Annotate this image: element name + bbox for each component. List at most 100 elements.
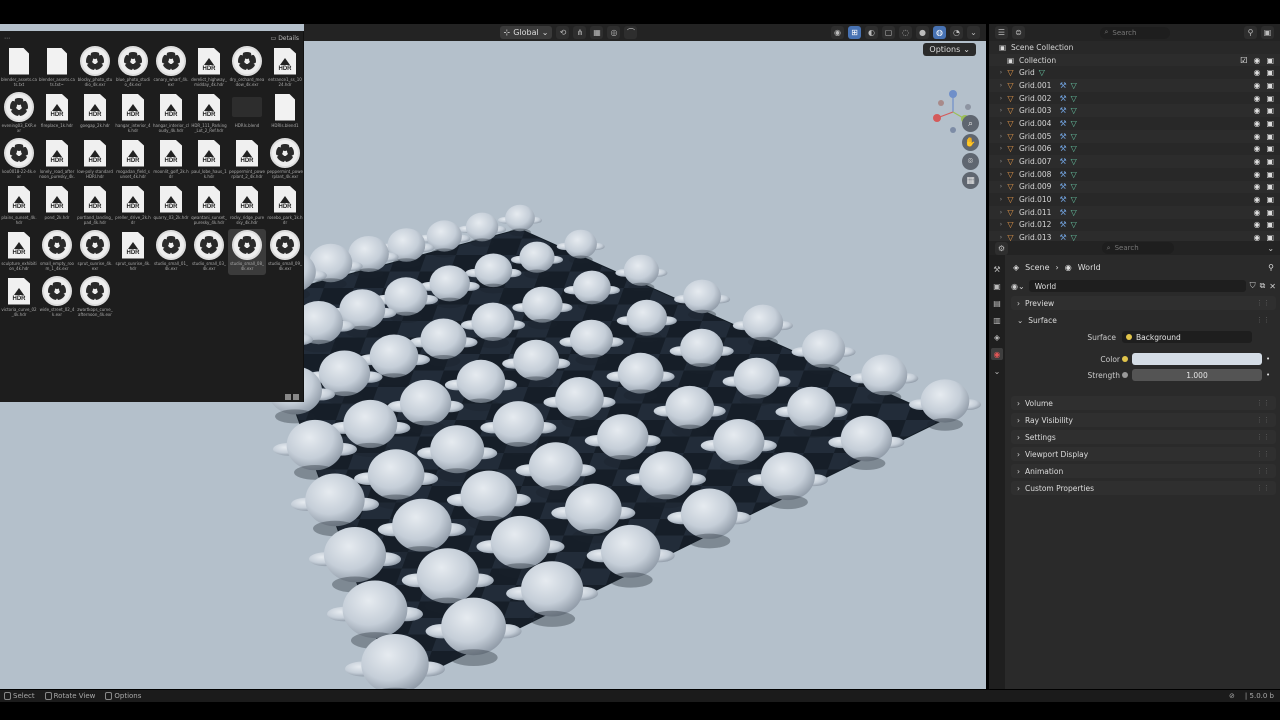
camera-icon[interactable]: ▣ [1266,119,1274,128]
file-item[interactable]: HDR hangar_interior_cloudy_4k.hdr [152,91,190,137]
modifier-wrench-icon[interactable]: ⚒ [1059,106,1066,115]
expand-arrow-icon[interactable]: › [997,133,1005,140]
drag-handle-icon[interactable]: ⋮⋮ [1256,299,1270,307]
eye-icon[interactable]: ◉ [1253,182,1260,191]
eye-icon[interactable]: ◉ [1253,170,1260,179]
mesh-data-icon[interactable]: ▽ [1071,182,1077,191]
file-item[interactable]: HDR quarry_03_2k.hdr [152,183,190,229]
file-item[interactable]: HDR HDR_111_Parking_Lot_2_Ref.hdr [190,91,228,137]
expand-arrow-icon[interactable]: › [997,107,1005,114]
modifier-wrench-icon[interactable]: ⚒ [1059,157,1066,166]
close-icon[interactable]: ✕ [1269,282,1276,291]
mesh-data-icon[interactable]: ▽ [1071,119,1077,128]
pin-icon[interactable]: ⚲ [1268,263,1274,272]
world-name-field[interactable]: World [1028,280,1246,292]
drag-handle-icon[interactable]: ⋮⋮ [1256,450,1270,458]
file-item[interactable]: studio_small_09_4k.exr [266,229,304,275]
file-item[interactable]: HDR victoria_curve_02_4k.hdr [0,275,38,321]
mesh-data-icon[interactable]: ▽ [1039,68,1045,77]
camera-icon[interactable]: ▣ [1266,195,1274,204]
outliner-row[interactable]: › ▽ Grid.005 ⚒ ▽ ◉ ▣ [989,129,1280,143]
drag-handle-icon[interactable]: ⋮⋮ [1256,316,1270,324]
zoom-icon[interactable]: ⌕ [962,115,979,132]
drag-handle-icon[interactable]: ⋮⋮ [1256,416,1270,424]
details-toggle[interactable]: ▭ Details [271,35,299,42]
mesh-data-icon[interactable]: ▽ [1071,132,1077,141]
drag-handle-icon[interactable]: ⋮⋮ [1256,467,1270,475]
expand-arrow-icon[interactable]: › [997,158,1005,165]
eye-icon[interactable]: ◉ [1253,56,1260,65]
file-item[interactable]: blender_assets.cats.txt~ [38,45,76,91]
expand-arrow-icon[interactable]: › [997,120,1005,127]
outliner-row[interactable]: › ▽ Grid.006 ⚒ ▽ ◉ ▣ [989,143,1280,156]
render-tab-icon[interactable]: ▣ [991,280,1003,292]
eye-icon[interactable]: ◉ [1253,195,1260,204]
file-item[interactable]: HDR portland_landing_pad_4k.hdr [76,183,114,229]
properties-editor[interactable]: ⚙ ⌕ Search ⌄ ⚒ ▣ ▤ ▥ ◈ ◉ ⌄ ◈ Scene › ◉ W… [989,241,1280,689]
outliner-row[interactable]: › ▽ Grid.001 ⚒ ▽ ◉ ▣ [989,79,1280,92]
file-item[interactable]: HDR sculpture_exhibition_4k.hdr [0,229,38,275]
expand-arrow-icon[interactable]: › [997,95,1005,102]
file-item[interactable]: HDR pond_2k.hdr [38,183,76,229]
shading-options-icon[interactable]: ⌄ [967,26,980,39]
file-item[interactable]: HDR qwantani_sunset_puresky_4k.hdr [190,183,228,229]
outliner-search-input[interactable]: ⌕ Search [1099,26,1170,39]
mesh-data-icon[interactable]: ▽ [1071,94,1077,103]
modifier-wrench-icon[interactable]: ⚒ [1059,220,1066,229]
output-tab-icon[interactable]: ▤ [991,297,1003,309]
eye-icon[interactable]: ◉ [1253,68,1260,77]
panel-surface[interactable]: ⌄ Surface ⋮⋮ [1011,313,1276,327]
new-collection-icon[interactable]: ▣ [1261,26,1274,39]
outliner-row[interactable]: › ▽ Grid.007 ⚒ ▽ ◉ ▣ [989,155,1280,168]
gizmo-toggle-icon[interactable]: ⊞ [848,26,861,39]
modifier-wrench-icon[interactable]: ⚒ [1059,119,1066,128]
file-item[interactable]: dry_orchard_meadow_4k.exr [228,45,266,91]
file-item[interactable]: canary_wharf_4k.exr [152,45,190,91]
file-item[interactable]: sprut_sunrise_4k.exr [76,229,114,275]
expand-arrow-icon[interactable]: › [997,69,1005,76]
outliner-scene-collection[interactable]: ▣ Scene Collection [989,41,1280,54]
scene-tab-icon[interactable]: ◈ [991,331,1003,343]
modifier-wrench-icon[interactable]: ⚒ [1059,94,1066,103]
eye-icon[interactable]: ◉ [1253,144,1260,153]
mesh-data-icon[interactable]: ▽ [1071,157,1077,166]
panel-ray-visibility[interactable]: › Ray Visibility ⋮⋮ [1011,413,1276,427]
checkbox-icon[interactable]: ☑ [1240,56,1247,65]
panel-settings[interactable]: › Settings ⋮⋮ [1011,430,1276,444]
perspective-grid-icon[interactable]: ▦ [962,172,979,189]
file-item[interactable]: HDR mogadan_field_sunset_4k.hdr [114,137,152,183]
outliner-row[interactable]: › ▽ Grid.012 ⚒ ▽ ◉ ▣ [989,219,1280,232]
expand-arrow-icon[interactable]: › [997,196,1005,203]
camera-icon[interactable]: ▣ [1266,182,1274,191]
drag-handle-icon[interactable]: ⋮⋮ [1256,399,1270,407]
display-mode-icon[interactable]: ⊜ [1012,26,1025,39]
file-item[interactable]: HDR rosebo_park_1k.hdr [266,183,304,229]
file-browser[interactable]: ⋯ ▭ Details blender_assets.cats.txt blend… [0,31,304,402]
outliner-row[interactable]: › ▽ Grid.002 ⚒ ▽ ◉ ▣ [989,92,1280,105]
file-item[interactable]: HDR derelict_highway_midday_4k.hdr [190,45,228,91]
fake-user-icon[interactable]: ⛉ [1250,281,1256,291]
mesh-data-icon[interactable]: ▽ [1071,208,1077,217]
file-item[interactable]: blender_assets.cats.txt [0,45,38,91]
file-item[interactable]: HDR hangar_interior_4k.hdr [114,91,152,137]
view-list-icon[interactable] [293,394,299,400]
file-item[interactable]: HDR lonely_road_afternoon_puresky_4k.hdr [38,137,76,183]
file-item[interactable]: studio_small_03_4k.exr [190,229,228,275]
eye-icon[interactable]: ◉ [1253,132,1260,141]
eye-icon[interactable]: ◉ [1253,157,1260,166]
eye-icon[interactable]: ◉ [1253,94,1260,103]
modifier-wrench-icon[interactable]: ⚒ [1059,182,1066,191]
outliner-row[interactable]: › ▽ Grid.009 ⚒ ▽ ◉ ▣ [989,180,1280,194]
duplicate-icon[interactable]: ⧉ [1260,281,1266,291]
file-item[interactable]: studio_small_08_4k.exr [228,229,266,275]
outliner-row[interactable]: › ▽ Grid.011 ⚒ ▽ ◉ ▣ [989,205,1280,219]
properties-search-input[interactable]: ⌕ Search [1101,242,1174,254]
expand-arrow-icon[interactable]: › [997,82,1005,89]
mesh-data-icon[interactable]: ▽ [1071,170,1077,179]
outliner-row[interactable]: › ▽ Grid ▽ ◉ ▣ [989,66,1280,79]
snap-target-icon[interactable]: ▦ [590,26,604,39]
overlays-icon[interactable]: ◐ [865,26,878,39]
mesh-data-icon[interactable]: ▽ [1071,220,1077,229]
file-item[interactable]: blue_photo_studio_4k.exr [114,45,152,91]
keyframe-icon[interactable]: • [1266,371,1270,379]
